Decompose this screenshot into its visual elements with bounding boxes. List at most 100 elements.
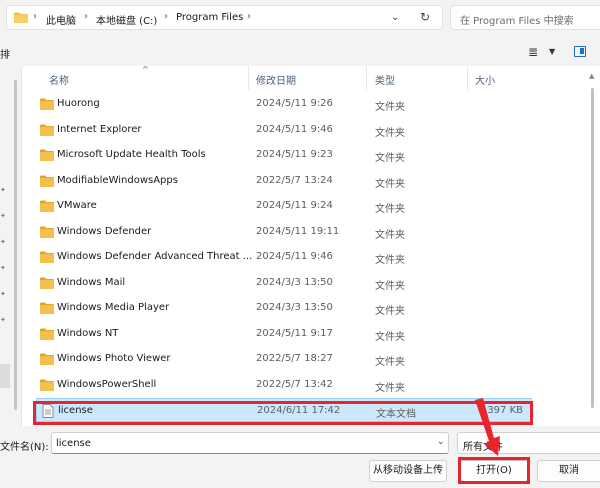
folder-row[interactable]: Huorong 2024/5/11 9:26 文件夹 [36, 92, 532, 116]
folder-icon [40, 200, 54, 212]
scroll-up-icon[interactable]: ▲ [589, 72, 594, 80]
file-name: Windows Media Player [57, 302, 170, 313]
filename-input[interactable] [51, 432, 449, 454]
folder-icon [40, 98, 54, 110]
file-type: 文件夹 [375, 306, 405, 317]
column-header-date[interactable]: 修改日期 [256, 72, 296, 87]
chevron-down-icon[interactable]: ⌄ [391, 12, 399, 23]
file-name: Windows Photo Viewer [57, 353, 171, 364]
file-type: 文件夹 [375, 204, 405, 215]
folder-row[interactable]: WindowsPowerShell 2022/5/7 13:42 文件夹 [36, 373, 532, 397]
file-name: Windows Defender Advanced Threat ... [57, 251, 253, 262]
folder-row[interactable]: Windows NT 2024/5/11 9:17 文件夹 [36, 322, 532, 346]
file-name: Windows Defender [57, 225, 152, 237]
refresh-icon[interactable]: ↻ [420, 10, 430, 24]
search-placeholder: 在 Program Files 中搜索 [460, 16, 574, 27]
folder-icon [40, 353, 54, 365]
breadcrumb-this-pc[interactable]: 此电脑 [46, 12, 76, 27]
address-bar[interactable]: › 此电脑 › 本地磁盘 (C:) › Program Files › ⌄ ↻ [6, 5, 443, 30]
column-header-name[interactable]: 名称 [49, 72, 69, 87]
address-row: › 此电脑 › 本地磁盘 (C:) › Program Files › ⌄ ↻ … [0, 0, 600, 36]
folder-icon [40, 251, 54, 263]
file-name: VMware [57, 200, 97, 211]
file-type: 文件夹 [375, 382, 405, 394]
file-date: 2022/5/7 18:27 [256, 353, 333, 364]
nav-selected-item[interactable] [0, 364, 10, 388]
file-type: 文本文档 [376, 409, 416, 420]
preview-pane-icon[interactable] [574, 46, 586, 57]
folder-row[interactable]: Windows Media Player 2024/3/3 13:50 文件夹 [36, 296, 532, 320]
upload-from-device-button[interactable]: 从移动设备上传 [369, 460, 447, 482]
chevron-down-icon[interactable]: ⌄ [437, 437, 445, 447]
file-type: 文件夹 [375, 331, 405, 343]
file-list[interactable]: 名称 ^ 修改日期 类型 大小 Huorong 2024/5/11 9:26 文件夹… [22, 65, 600, 426]
file-name: license [58, 405, 93, 416]
navigation-pane[interactable]: ✦ ✦ ✦ ✦ ✦ ✦ [0, 66, 10, 426]
column-divider[interactable] [467, 66, 468, 90]
folder-icon [40, 149, 54, 161]
file-date: 2024/5/11 9:46 [256, 251, 333, 262]
open-button[interactable]: 打开(O) [460, 460, 528, 482]
file-name: WindowsPowerShell [57, 378, 157, 390]
breadcrumb-separator: › [84, 11, 88, 22]
pin-icon: ✦ [0, 186, 6, 194]
file-type: 文件夹 [375, 229, 405, 241]
breadcrumb-program-files[interactable]: Program Files [176, 12, 243, 23]
folder-icon [40, 379, 54, 391]
file-date: 2024/3/3 13:50 [256, 302, 333, 313]
column-divider[interactable] [248, 66, 249, 90]
folder-row[interactable]: Windows Photo Viewer 2022/5/7 18:27 文件夹 [36, 347, 532, 371]
file-name: Huorong [57, 98, 100, 109]
file-list-scrollbar[interactable]: ▲ [586, 66, 600, 426]
file-type: 文件夹 [375, 357, 405, 368]
column-divider[interactable] [366, 66, 367, 90]
folder-icon [14, 12, 28, 23]
pin-icon: ✦ [0, 290, 6, 298]
cancel-button[interactable]: 取消 [537, 460, 600, 482]
filetype-select[interactable]: 所有文件 [457, 432, 600, 454]
filetype-value: 所有文件 [463, 442, 503, 453]
chevron-down-icon[interactable]: ▼ [549, 47, 555, 56]
file-date: 2024/3/3 13:50 [256, 276, 333, 288]
file-name: Windows Mail [57, 276, 126, 288]
folder-icon [40, 124, 54, 136]
file-date: 2024/5/11 9:23 [256, 149, 333, 160]
folder-icon [40, 277, 54, 289]
folder-row[interactable]: Internet Explorer 2024/5/11 9:46 文件夹 [36, 118, 532, 142]
search-input[interactable]: 在 Program Files 中搜索 [450, 5, 600, 30]
organize-menu[interactable]: 排 [0, 46, 10, 61]
file-date: 2024/6/11 17:42 [257, 405, 341, 416]
folder-row[interactable]: Windows Defender Advanced Threat ... 2024… [36, 245, 532, 269]
folder-row[interactable]: Windows Mail 2024/3/3 13:50 文件夹 [36, 271, 532, 295]
folder-row[interactable]: Windows Defender 2024/5/11 19:11 文件夹 [36, 220, 532, 244]
folder-row[interactable]: Microsoft Update Health Tools 2024/5/11 9… [36, 143, 532, 167]
file-type: 文件夹 [375, 280, 405, 292]
file-type: 文件夹 [375, 153, 405, 164]
folder-row[interactable]: VMware 2024/5/11 9:24 文件夹 [36, 194, 532, 218]
file-name: Microsoft Update Health Tools [57, 149, 206, 160]
file-date: 2024/5/11 9:24 [256, 200, 333, 211]
file-name: Windows NT [57, 327, 119, 339]
view-menu-icon[interactable]: ≣ [528, 45, 538, 59]
file-type: 文件夹 [375, 127, 405, 139]
file-type: 文件夹 [375, 178, 405, 190]
folder-icon [40, 302, 54, 314]
breadcrumb-separator: › [247, 11, 251, 22]
folder-icon [40, 328, 54, 340]
file-date: 2022/5/7 13:42 [256, 378, 333, 390]
pin-icon: ✦ [0, 316, 6, 324]
toolbar: 排 ≣ ▼ [0, 36, 600, 66]
nav-scrollbar[interactable] [10, 66, 22, 426]
file-row[interactable]: license 2024/6/11 17:42 文本文档 397 KB [36, 398, 532, 422]
folder-row[interactable]: ModifiableWindowsApps 2022/5/7 13:24 文件夹 [36, 169, 532, 193]
breadcrumb-local-disk[interactable]: 本地磁盘 (C:) [96, 12, 157, 27]
file-type: 文件夹 [375, 255, 405, 266]
filename-label: 文件名(N): [0, 442, 49, 453]
text-file-icon [42, 404, 54, 418]
file-date: 2024/5/11 19:11 [256, 225, 340, 237]
pin-icon: ✦ [0, 238, 6, 246]
sort-ascending-icon: ^ [142, 65, 149, 74]
column-header-size[interactable]: 大小 [475, 72, 495, 87]
file-type: 文件夹 [375, 102, 405, 113]
column-header-type[interactable]: 类型 [375, 72, 395, 87]
